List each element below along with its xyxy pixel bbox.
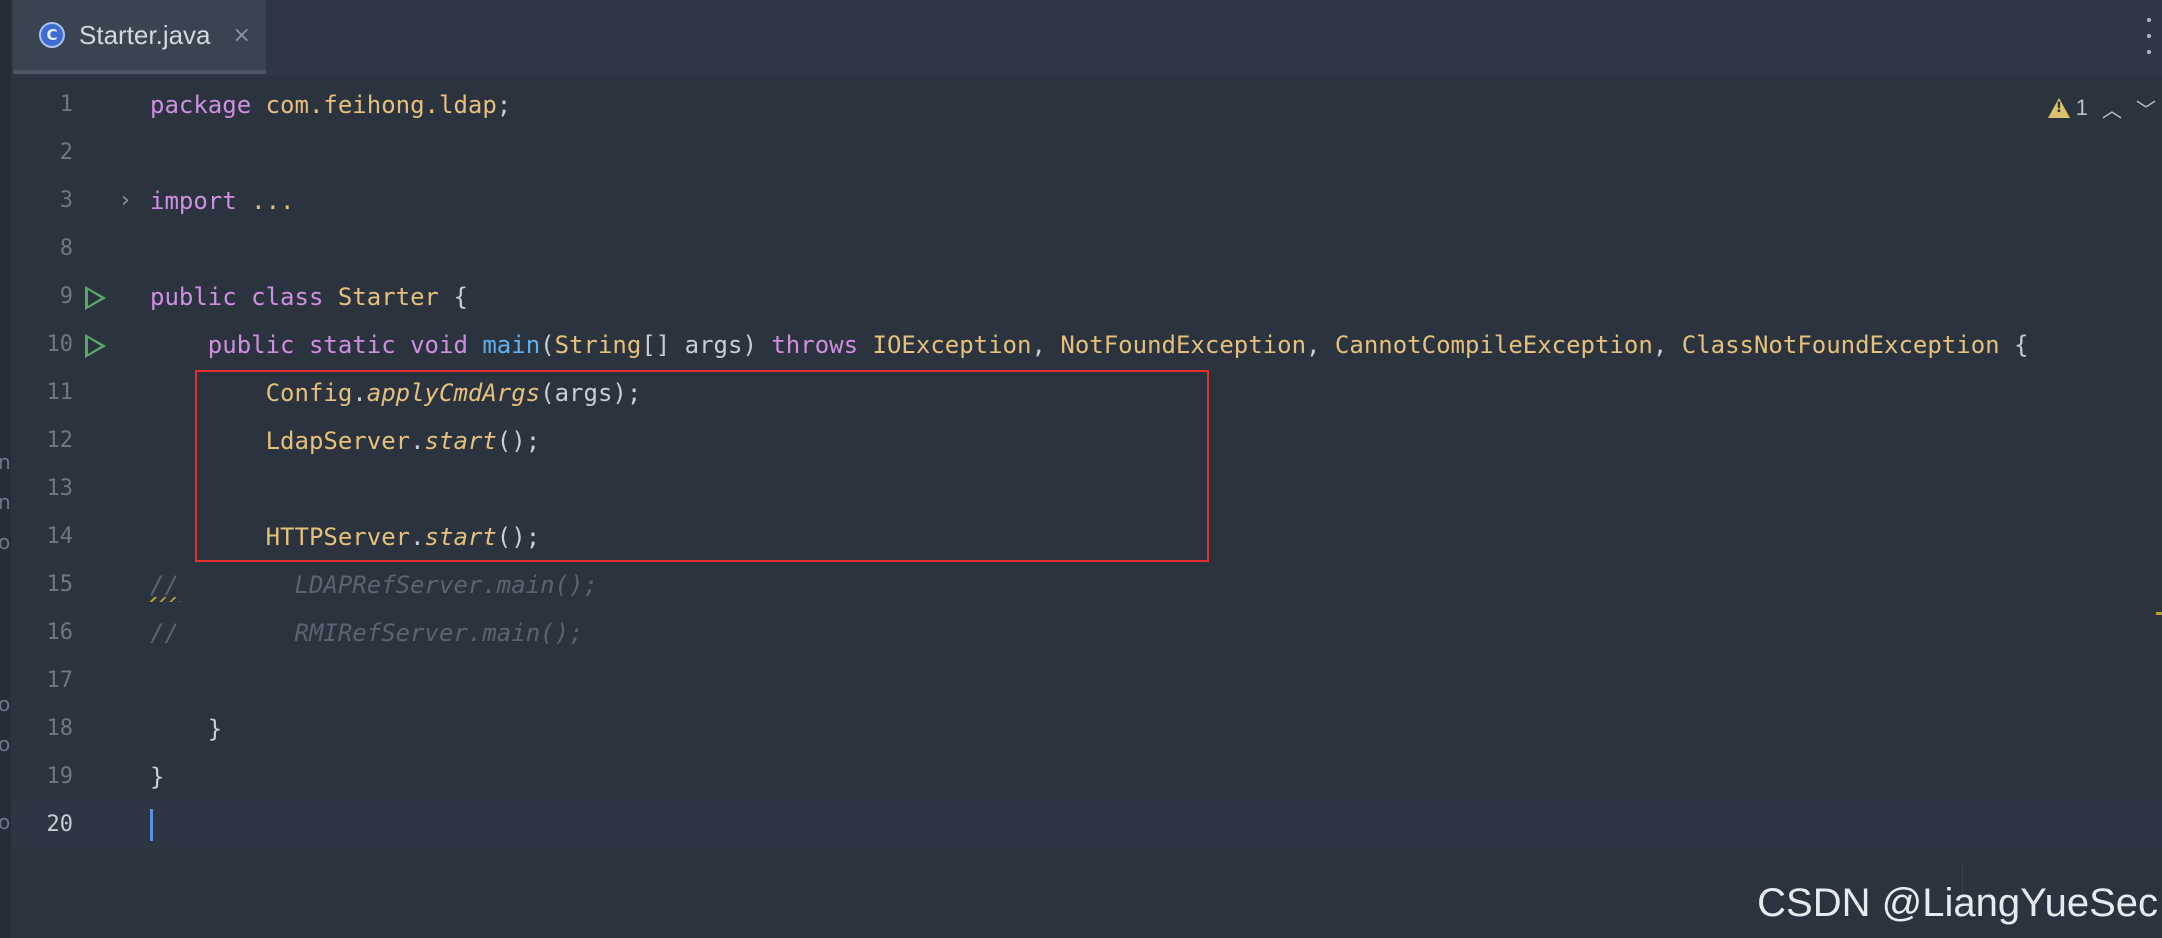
code-line: 9 public class Starter {	[11, 273, 2162, 321]
more-options-icon[interactable]	[2144, 18, 2154, 54]
line-number: 9	[59, 284, 73, 309]
run-main-icon[interactable]	[85, 334, 106, 358]
code-line: 10 public static void main(String[] args…	[11, 321, 2162, 369]
code-line: 12 LdapServer.start();	[11, 417, 2162, 465]
panel-text-fragment: o	[0, 732, 11, 756]
panel-text-fragment: o	[0, 692, 11, 716]
code-line: 17	[11, 657, 2162, 705]
line-number: 13	[46, 476, 74, 501]
panel-text-fragment: n	[0, 450, 11, 474]
watermark: CSDN @LiangYueSec	[1757, 881, 2158, 925]
panel-text-fragment: o	[0, 810, 11, 834]
code-text: LdapServer.start();	[265, 427, 541, 455]
line-number: 10	[46, 332, 74, 357]
java-class-icon: C	[39, 22, 65, 48]
run-class-icon[interactable]	[85, 286, 106, 310]
code-text: public static void main(String[] args) t…	[207, 331, 2029, 359]
code-text: }	[150, 763, 165, 791]
line-number: 20	[46, 812, 74, 837]
line-number: 8	[59, 236, 73, 261]
code-text: }	[150, 715, 223, 743]
code-line: 13	[11, 465, 2162, 513]
code-text: package com.feihong.ldap;	[150, 91, 512, 119]
code-text: HTTPServer.start();	[265, 523, 541, 551]
fold-expand-icon[interactable]: ›	[121, 177, 130, 225]
code-line: 8	[11, 225, 2162, 273]
scrollbar-warning-mark[interactable]	[2156, 612, 2162, 615]
code-line: 16 // RMIRefServer.main();	[11, 609, 2162, 657]
warning-squiggle	[150, 597, 180, 602]
code-line: 14 HTTPServer.start();	[11, 513, 2162, 561]
line-number: 14	[46, 524, 74, 549]
code-line: 15 // LDAPRefServer.main();	[11, 561, 2162, 609]
line-number: 12	[46, 428, 74, 453]
code-editor[interactable]: 1 ︿ ﹀ 1 package com.feihong.ldap; 2 3 › …	[11, 76, 2162, 938]
folded-imports: ...	[251, 187, 295, 215]
panel-text-fragment: o	[0, 530, 11, 554]
line-number: 2	[59, 140, 73, 165]
code-text: Config.applyCmdArgs(args);	[265, 379, 642, 407]
comment-text: // RMIRefServer.main();	[150, 619, 584, 647]
current-code-line: 20	[11, 801, 2162, 849]
code-line: 19 }	[11, 753, 2162, 801]
panel-text-fragment: n	[0, 490, 11, 514]
text-caret	[150, 809, 153, 841]
comment-text: // LDAPRefServer.main();	[150, 571, 598, 599]
code-line: 18 }	[11, 705, 2162, 753]
code-text: public class Starter {	[150, 283, 468, 311]
line-number: 18	[46, 716, 74, 741]
code-line: 2	[11, 129, 2162, 177]
editor-tab-bar: C Starter.java ×	[11, 0, 2162, 76]
line-number: 15	[46, 572, 74, 597]
project-panel-edge: n n o o o o	[0, 0, 11, 938]
close-icon[interactable]: ×	[233, 23, 251, 48]
line-number: 1	[59, 92, 73, 117]
code-text: import ...	[150, 187, 295, 215]
line-number: 11	[46, 380, 74, 405]
line-number: 3	[59, 188, 73, 213]
code-line: 11 Config.applyCmdArgs(args);	[11, 369, 2162, 417]
code-line: 3 › import ...	[11, 177, 2162, 225]
line-number: 17	[46, 668, 74, 693]
line-number: 16	[46, 620, 74, 645]
tab-label: Starter.java	[79, 19, 211, 50]
tab-starter-java[interactable]: C Starter.java ×	[13, 0, 266, 74]
code-line: 1 package com.feihong.ldap;	[11, 81, 2162, 129]
line-number: 19	[46, 764, 74, 789]
